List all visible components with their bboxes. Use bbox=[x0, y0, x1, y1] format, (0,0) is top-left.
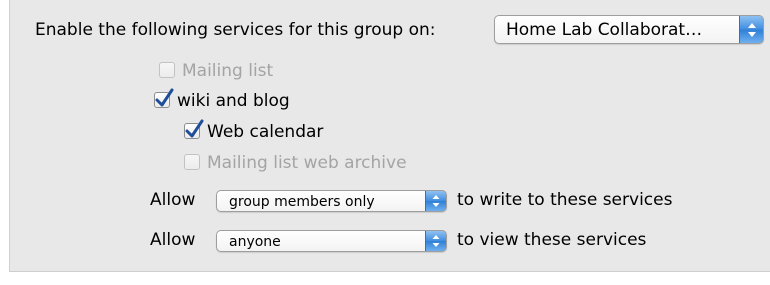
wiki-and-blog-label: wiki and blog bbox=[177, 91, 290, 111]
checkmark-icon bbox=[155, 88, 174, 107]
write-permission-row: Allow group members only to write to the… bbox=[150, 189, 770, 215]
services-header-label: Enable the following services for this g… bbox=[35, 20, 436, 40]
write-permission-popup[interactable]: group members only bbox=[216, 190, 447, 212]
view-permission-row: Allow anyone to view these services bbox=[150, 229, 770, 255]
checkmark-icon bbox=[185, 119, 204, 138]
server-popup[interactable]: Home Lab Collaborat… bbox=[494, 15, 764, 44]
mailing-list-web-archive-label: Mailing list web archive bbox=[207, 153, 407, 173]
view-allow-label: Allow bbox=[150, 230, 196, 250]
view-suffix-label: to view these services bbox=[457, 230, 647, 250]
view-permission-popup[interactable]: anyone bbox=[216, 230, 447, 252]
view-permission-popup-value: anyone bbox=[229, 234, 281, 250]
write-suffix-label: to write to these services bbox=[457, 190, 673, 210]
web-calendar-checkbox[interactable] bbox=[184, 119, 204, 139]
updown-arrows-icon bbox=[425, 231, 446, 251]
services-panel: Enable the following services for this g… bbox=[9, 0, 770, 272]
mailing-list-checkbox[interactable] bbox=[159, 62, 175, 78]
mailing-list-label: Mailing list bbox=[182, 61, 274, 81]
write-allow-label: Allow bbox=[150, 190, 196, 210]
updown-arrows-icon bbox=[739, 16, 763, 43]
server-popup-value: Home Lab Collaborat… bbox=[506, 20, 703, 40]
write-permission-popup-value: group members only bbox=[229, 194, 375, 210]
web-calendar-label: Web calendar bbox=[207, 122, 324, 142]
wiki-and-blog-checkbox[interactable] bbox=[154, 88, 174, 108]
updown-arrows-icon bbox=[425, 191, 446, 211]
mailing-list-web-archive-checkbox[interactable] bbox=[184, 154, 200, 170]
